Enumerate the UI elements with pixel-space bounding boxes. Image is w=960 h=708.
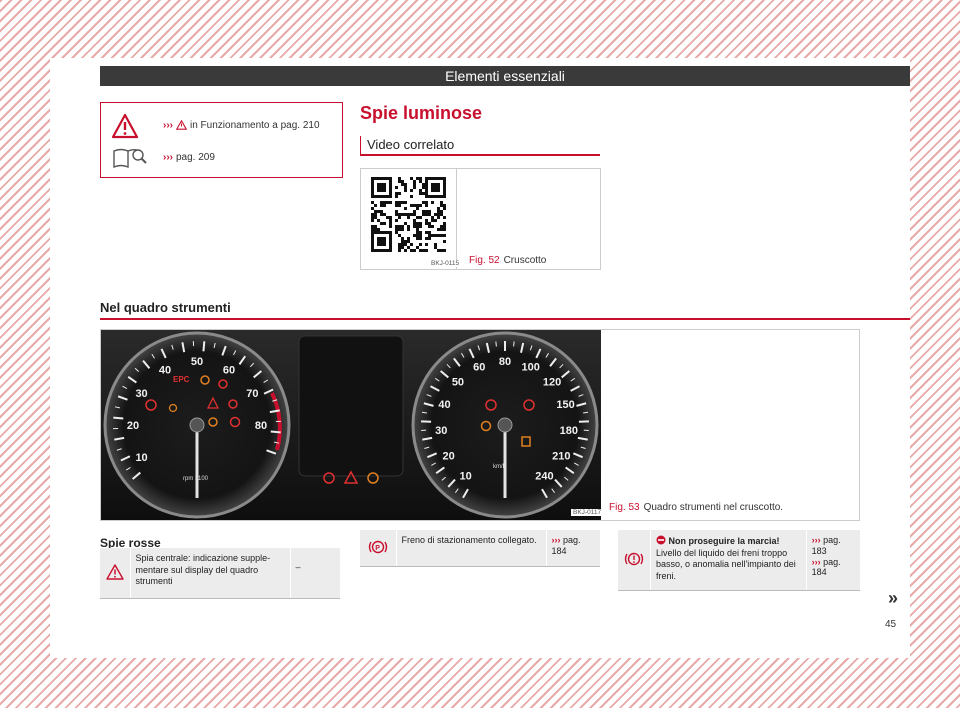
gauge-tick [513,341,515,347]
gauge-label: 40 [438,399,450,411]
table-description: Non proseguire la marcia! Livello del li… [650,530,807,591]
gauge-tick [113,416,124,420]
gauge-label: 20 [443,450,455,462]
qr-code[interactable] [361,169,457,269]
gauge-tick [202,341,206,352]
gauge-label: 100 [522,361,540,373]
table-reference[interactable]: ››› pag. 184 [545,530,600,567]
gauge-label: 210 [552,450,570,462]
gauge-label: 80 [255,420,267,432]
svg-text:EPC: EPC [173,375,190,384]
warning-icon [111,113,139,144]
red-lights-table-1: Spia centrale: indicazione supple-mentar… [100,548,340,599]
table-reference: – [289,548,340,599]
gauge-label: 50 [452,377,464,389]
red-lights-table-3: Non proseguire la marcia! Livello del li… [618,530,860,591]
figure-52-panel: BKJ-0115 Fig. 52 Cruscotto [360,168,601,270]
gauge-tick [495,341,497,347]
table-row: P Freno di stazionamento collegato. ››› … [360,530,600,567]
table-description: Spia centrale: indicazione supple-mentar… [129,548,290,599]
warning-reference-text[interactable]: ››› in Funzionamento a pag. 210 [163,119,320,133]
stop-warning-lead: Non proseguire la marcia! [668,536,780,546]
instrument-cluster-image: 10 20 30 40 50 60 70 80 10 20 30 40 50 60 80 100 120 150… [101,330,601,520]
page-number: 45 [885,619,897,630]
gauge-label: 20 [127,420,139,432]
figure-code: BKJ-0115 [429,260,462,267]
reference-note-box: ››› in Funzionamento a pag. 210 ››› pag. 2… [100,102,343,178]
gauge-label: 80 [499,356,511,368]
warning-icon [106,564,124,582]
gauge-tick [270,430,281,434]
warning-reference-row: ››› in Funzionamento a pag. 210 [101,113,342,141]
table-row: Non proseguire la marcia! Livello del li… [618,530,860,591]
running-header: Elementi essenziali [100,66,910,86]
video-subheading: Video correlato [360,136,454,154]
gauge-label: 180 [560,425,578,437]
small-warning-icon [175,119,188,133]
figure-code: BKJ-0117 [571,509,604,516]
parking-brake-icon-cell: P [360,530,397,567]
gauge-label: 30 [135,388,147,400]
continued-mark: » [888,588,899,608]
gauge-label: 150 [556,399,574,411]
table-row: Spia centrale: indicazione supple-mentar… [100,548,340,599]
brake-warning-icon [623,552,645,569]
figure-caption: Fig. 52 Cruscotto [469,255,547,266]
divider [100,318,910,320]
gauge-label: 70 [246,388,258,400]
gauge-label: 10 [459,470,471,482]
manual-book-icon [111,145,149,176]
table-description: Freno di stazionamento collegato. [395,530,546,567]
book-reference-text[interactable]: ››› pag. 209 [163,152,215,163]
figure-caption: Fig. 53 Quadro strumenti nel cruscotto. [609,502,784,513]
section-heading: Spie luminose [360,103,483,123]
book-reference-row: ››› pag. 209 [101,145,342,173]
qr-code-graphic [371,177,446,252]
gauge-label: 30 [435,425,447,437]
instrument-cluster-graphic: 1020304050607080 102030405060 80 100120150… [101,330,601,520]
figure-53-panel: 10 20 30 40 50 60 70 80 10 20 30 40 50 60 80 100 120 150… [100,329,860,521]
gauge-label: 60 [223,365,235,377]
warning-icon-cell [100,548,131,599]
stop-icon [656,535,666,546]
gauge-label: 40 [159,365,171,377]
gauge-label: 120 [543,377,561,389]
divider [360,154,600,156]
subsection-heading: Nel quadro strumenti [100,300,231,315]
gauge-label: 60 [473,361,485,373]
parking-brake-icon: P [367,540,389,557]
page: Elementi essenziali ››› in Funzionamento … [50,58,910,658]
table-reference[interactable]: ››› pag. 183 ››› pag. 184 [805,530,860,591]
brake-warning-icon-cell [618,530,651,591]
gauge-label: 50 [191,356,203,368]
svg-text:P: P [375,545,380,552]
gauge-label: 240 [535,470,553,482]
red-lights-table-2: P Freno di stazionamento collegato. ››› … [360,530,600,567]
gauge-label: 10 [135,452,147,464]
